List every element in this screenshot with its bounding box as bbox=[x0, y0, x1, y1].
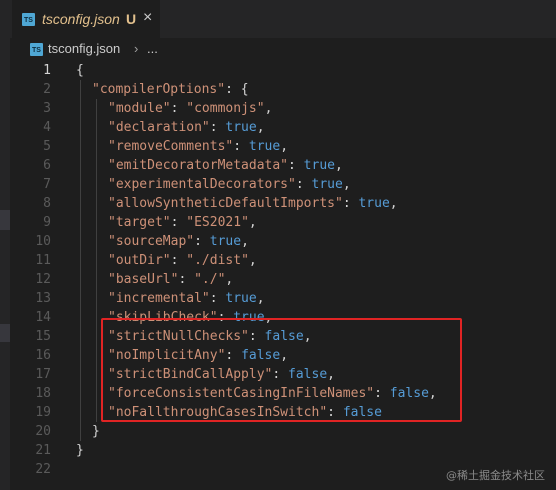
code-line[interactable]: 4 "declaration": true, bbox=[12, 118, 556, 137]
code-text: "incremental": true, bbox=[108, 291, 265, 306]
code-text: "baseUrl": "./", bbox=[108, 272, 234, 287]
code-text: } bbox=[92, 424, 100, 439]
breadcrumb-symbols[interactable]: ... bbox=[147, 41, 158, 57]
code-text: "outDir": "./dist", bbox=[108, 253, 257, 268]
code-line[interactable]: 5 "removeComments": true, bbox=[12, 137, 556, 156]
line-number: 19 bbox=[35, 405, 51, 420]
side-panel-marker bbox=[0, 324, 10, 342]
line-number: 12 bbox=[35, 272, 51, 287]
line-number: 3 bbox=[43, 101, 51, 116]
line-number: 5 bbox=[43, 139, 51, 154]
code-line[interactable]: 7 "experimentalDecorators": true, bbox=[12, 175, 556, 194]
code-line[interactable]: 20} bbox=[12, 422, 556, 441]
code-text: "removeComments": true, bbox=[108, 139, 289, 154]
code-text: "allowSyntheticDefaultImports": true, bbox=[108, 196, 398, 211]
code-line[interactable]: 2 "compilerOptions": { bbox=[12, 80, 556, 99]
chevron-right-icon: › bbox=[134, 41, 139, 56]
code-line[interactable]: 1{ bbox=[12, 61, 556, 80]
line-number: 8 bbox=[43, 196, 51, 211]
code-text: } bbox=[76, 443, 84, 458]
code-line[interactable]: 11 "outDir": "./dist", bbox=[12, 251, 556, 270]
breadcrumb-file[interactable]: tsconfig.json bbox=[48, 41, 120, 57]
code-line[interactable]: 21} bbox=[12, 441, 556, 460]
code-line[interactable]: 6 "emitDecoratorMetadata": true, bbox=[12, 156, 556, 175]
typescript-file-icon: TS bbox=[22, 13, 35, 26]
code-text: "sourceMap": true, bbox=[108, 234, 249, 249]
code-text: "declaration": true, bbox=[108, 120, 265, 135]
line-number: 20 bbox=[35, 424, 51, 439]
code-editor[interactable]: 1{2 "compilerOptions": {3 "module": "commo… bbox=[12, 61, 556, 490]
line-number: 21 bbox=[35, 443, 51, 458]
code-line[interactable]: 13 "incremental": true, bbox=[12, 289, 556, 308]
line-number: 6 bbox=[43, 158, 51, 173]
side-panel-edge bbox=[0, 38, 10, 490]
code-text: "module": "commonjs", bbox=[108, 101, 273, 116]
code-text: "experimentalDecorators": true, bbox=[108, 177, 351, 192]
tab-label: tsconfig.json bbox=[42, 11, 120, 27]
code-text: { bbox=[76, 63, 84, 78]
untracked-badge: U bbox=[126, 11, 137, 27]
line-number: 4 bbox=[43, 120, 51, 135]
typescript-file-icon: TS bbox=[30, 43, 43, 56]
line-number: 14 bbox=[35, 310, 51, 325]
side-panel-marker bbox=[0, 210, 10, 230]
line-number: 17 bbox=[35, 367, 51, 382]
line-number: 2 bbox=[43, 82, 51, 97]
code-line[interactable]: 8 "allowSyntheticDefaultImports": true, bbox=[12, 194, 556, 213]
watermark: @稀土掘金技术社区 bbox=[446, 469, 545, 482]
line-number: 11 bbox=[35, 253, 51, 268]
code-line[interactable]: 10 "sourceMap": true, bbox=[12, 232, 556, 251]
line-number: 9 bbox=[43, 215, 51, 230]
code-line[interactable]: 12 "baseUrl": "./", bbox=[12, 270, 556, 289]
line-number: 22 bbox=[35, 462, 51, 477]
line-number: 18 bbox=[35, 386, 51, 401]
line-number: 13 bbox=[35, 291, 51, 306]
code-text: "target": "ES2021", bbox=[108, 215, 257, 230]
close-icon[interactable]: × bbox=[143, 9, 152, 27]
breadcrumb: TS tsconfig.json › ... bbox=[12, 38, 556, 60]
code-text: "compilerOptions": { bbox=[92, 82, 249, 97]
code-line[interactable]: 9 "target": "ES2021", bbox=[12, 213, 556, 232]
line-number: 7 bbox=[43, 177, 51, 192]
annotation-highlight-box bbox=[101, 318, 462, 422]
line-number: 1 bbox=[43, 63, 51, 78]
tab-tsconfig[interactable]: TS tsconfig.json U × bbox=[12, 0, 160, 38]
code-text: "emitDecoratorMetadata": true, bbox=[108, 158, 343, 173]
tab-bar: TS tsconfig.json U × bbox=[0, 0, 556, 38]
line-number: 16 bbox=[35, 348, 51, 363]
code-line[interactable]: 3 "module": "commonjs", bbox=[12, 99, 556, 118]
line-number: 15 bbox=[35, 329, 51, 344]
line-number: 10 bbox=[35, 234, 51, 249]
